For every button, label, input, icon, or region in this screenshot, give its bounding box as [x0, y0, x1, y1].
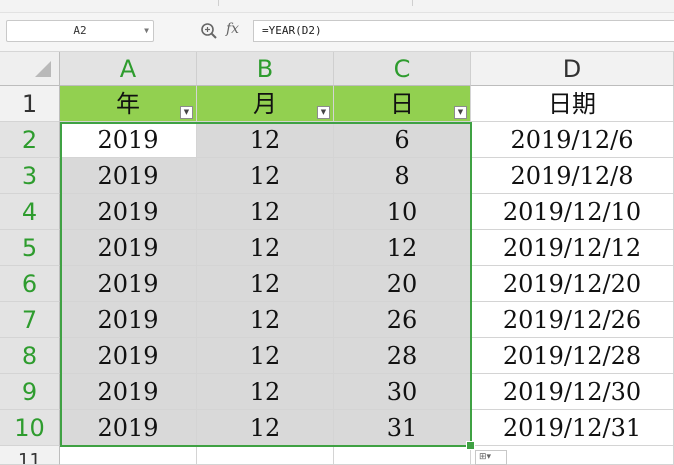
filter-dropdown-icon[interactable]: ▼: [454, 106, 467, 119]
header-cell-day[interactable]: 日 ▼: [334, 86, 471, 122]
header-cell-label: 月: [253, 90, 277, 118]
header-cell-date[interactable]: 日期: [471, 86, 674, 122]
column-header-d[interactable]: D: [471, 52, 674, 86]
cell-b5[interactable]: 12: [197, 230, 334, 266]
cell-a2[interactable]: 2019: [60, 122, 197, 158]
cell-c5[interactable]: 12: [334, 230, 471, 266]
ruler-tick: [218, 0, 219, 6]
cell-c4[interactable]: 10: [334, 194, 471, 230]
top-ruler-strip: [0, 0, 674, 13]
column-header-a[interactable]: A: [60, 52, 197, 86]
row-header-9[interactable]: 9: [0, 374, 60, 410]
cell-d6[interactable]: 2019/12/20: [471, 266, 674, 302]
header-cell-year[interactable]: 年 ▼: [60, 86, 197, 122]
cell-b7[interactable]: 12: [197, 302, 334, 338]
row-header-5[interactable]: 5: [0, 230, 60, 266]
cell-c8[interactable]: 28: [334, 338, 471, 374]
cell-a7[interactable]: 2019: [60, 302, 197, 338]
ruler-tick: [412, 0, 413, 6]
column-header-b[interactable]: B: [197, 52, 334, 86]
formula-bar: A2 ▼ fx =YEAR(D2): [0, 13, 674, 52]
cell-a4[interactable]: 2019: [60, 194, 197, 230]
cell-b9[interactable]: 12: [197, 374, 334, 410]
filter-dropdown-icon[interactable]: ▼: [180, 106, 193, 119]
cell-c10[interactable]: 31: [334, 410, 471, 446]
cell-c9[interactable]: 30: [334, 374, 471, 410]
row-header-8[interactable]: 8: [0, 338, 60, 374]
header-cell-label: 年: [116, 90, 140, 118]
select-all-corner[interactable]: [0, 52, 60, 86]
cell-d2[interactable]: 2019/12/6: [471, 122, 674, 158]
row-header-10[interactable]: 10: [0, 410, 60, 446]
header-cell-label: 日: [390, 90, 414, 118]
cell-b4[interactable]: 12: [197, 194, 334, 230]
cell-d4[interactable]: 2019/12/10: [471, 194, 674, 230]
cell-b3[interactable]: 12: [197, 158, 334, 194]
zoom-icon[interactable]: [200, 22, 218, 40]
row-header-11[interactable]: 11: [0, 446, 60, 465]
cell-c11[interactable]: [334, 446, 471, 465]
cell-b6[interactable]: 12: [197, 266, 334, 302]
cell-a11[interactable]: [60, 446, 197, 465]
cell-d7[interactable]: 2019/12/26: [471, 302, 674, 338]
row-header-1[interactable]: 1: [0, 86, 60, 122]
cell-c6[interactable]: 20: [334, 266, 471, 302]
cell-a10[interactable]: 2019: [60, 410, 197, 446]
column-header-c[interactable]: C: [334, 52, 471, 86]
cell-b11[interactable]: [197, 446, 334, 465]
row-header-6[interactable]: 6: [0, 266, 60, 302]
cell-a9[interactable]: 2019: [60, 374, 197, 410]
cell-a8[interactable]: 2019: [60, 338, 197, 374]
name-box-value: A2: [73, 24, 87, 37]
row-header-4[interactable]: 4: [0, 194, 60, 230]
row-header-2[interactable]: 2: [0, 122, 60, 158]
cell-d8[interactable]: 2019/12/28: [471, 338, 674, 374]
header-cell-month[interactable]: 月 ▼: [197, 86, 334, 122]
row-header-7[interactable]: 7: [0, 302, 60, 338]
formula-input[interactable]: =YEAR(D2): [253, 20, 674, 42]
cell-c7[interactable]: 26: [334, 302, 471, 338]
cell-b2[interactable]: 12: [197, 122, 334, 158]
row-header-3[interactable]: 3: [0, 158, 60, 194]
cell-a3[interactable]: 2019: [60, 158, 197, 194]
cell-b10[interactable]: 12: [197, 410, 334, 446]
function-icon[interactable]: fx: [226, 21, 239, 37]
paste-options-button[interactable]: ⊞▾: [475, 450, 507, 465]
cell-c2[interactable]: 6: [334, 122, 471, 158]
chevron-down-icon[interactable]: ▼: [144, 21, 149, 41]
cell-a5[interactable]: 2019: [60, 230, 197, 266]
cell-a6[interactable]: 2019: [60, 266, 197, 302]
cell-d10[interactable]: 2019/12/31: [471, 410, 674, 446]
filter-dropdown-icon[interactable]: ▼: [317, 106, 330, 119]
cell-d5[interactable]: 2019/12/12: [471, 230, 674, 266]
cell-d9[interactable]: 2019/12/30: [471, 374, 674, 410]
paste-options-icon: ⊞▾: [479, 452, 492, 462]
cell-c3[interactable]: 8: [334, 158, 471, 194]
name-box[interactable]: A2 ▼: [6, 20, 154, 42]
cell-b8[interactable]: 12: [197, 338, 334, 374]
cell-d3[interactable]: 2019/12/8: [471, 158, 674, 194]
fill-handle[interactable]: [466, 441, 475, 450]
